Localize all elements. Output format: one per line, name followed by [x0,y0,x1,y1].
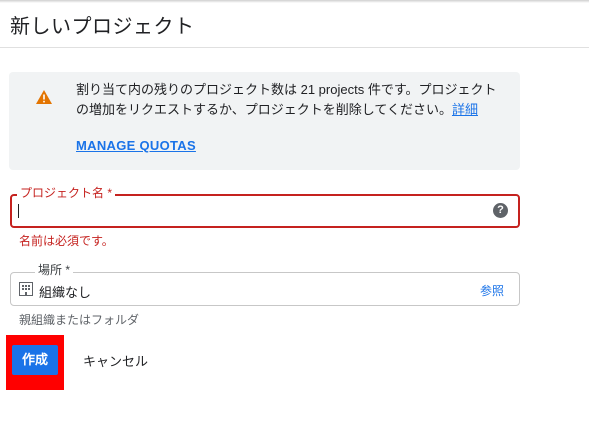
top-shadow [0,0,589,3]
page-title: 新しいプロジェクト [10,16,195,38]
title-divider [0,47,589,48]
help-icon[interactable]: ? [493,203,508,218]
location-field[interactable]: 場所 * 組織なし 参照 [10,263,520,306]
project-name-error: 名前は必須です。 [19,234,114,248]
quota-message-text: 割り当て内の残りのプロジェクト数は 21 projects 件です。プロジェクト… [76,82,497,117]
browse-link[interactable]: 参照 [480,282,504,299]
project-name-field[interactable]: プロジェクト名 * ? [10,186,520,228]
quota-notice: 割り当て内の残りのプロジェクト数は 21 projects 件です。プロジェクト… [9,72,520,170]
location-value: 組織なし [39,285,92,300]
create-button[interactable]: 作成 [12,345,58,375]
organization-icon [19,282,33,296]
warning-icon [36,90,52,104]
quota-message: 割り当て内の残りのプロジェクト数は 21 projects 件です。プロジェクト… [76,80,506,120]
project-name-label: プロジェクト名 * [17,186,116,200]
manage-quotas-link[interactable]: MANAGE QUOTAS [76,138,196,153]
location-label: 場所 * [35,263,74,277]
text-caret [18,204,19,218]
details-link[interactable]: 詳細 [452,102,478,117]
location-hint: 親組織またはフォルダ [19,313,140,327]
cancel-button[interactable]: キャンセル [83,351,148,370]
